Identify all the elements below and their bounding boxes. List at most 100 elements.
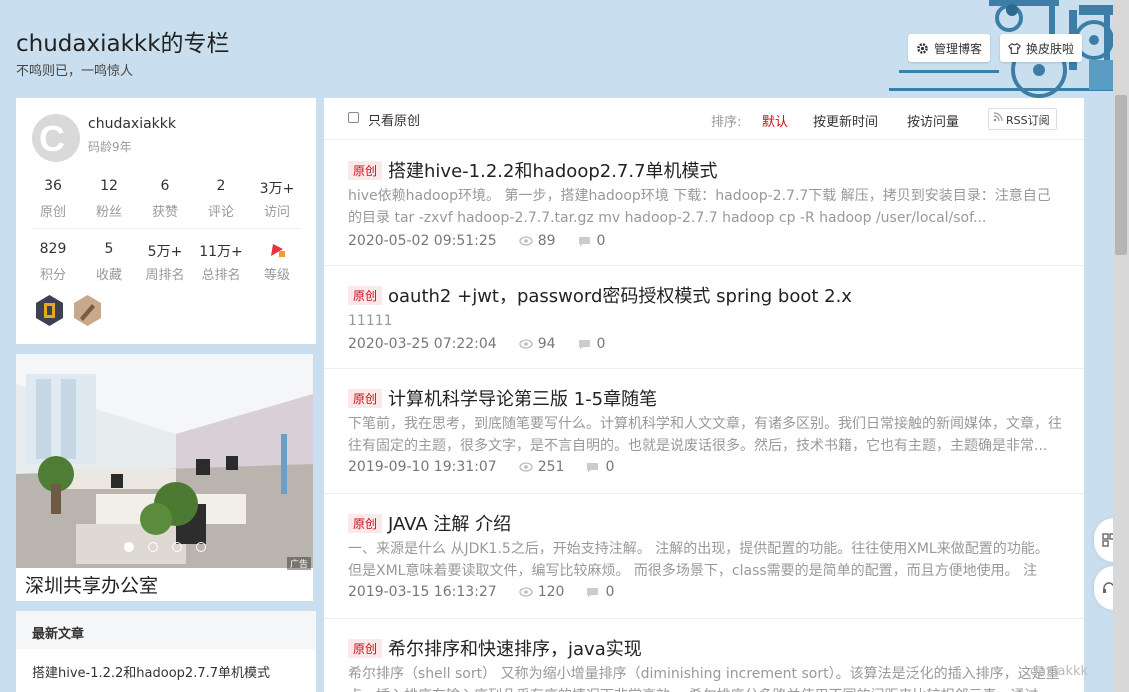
article-item[interactable]: 原创 JAVA 注解 介绍 一、来源是什么 从JDK1.5之后，开始支持注解。 …: [324, 494, 1084, 619]
article-desc[interactable]: hive依赖hadoop环境。 第一步，搭建hadoop环境 下载：hadoop…: [348, 185, 1062, 229]
stat-value: 829: [39, 241, 67, 257]
eye-icon: [519, 462, 533, 472]
article-meta: 2019-09-10 19:31:07 251 0: [348, 459, 614, 475]
ad-card[interactable]: 广告 深圳共享办公室: [16, 354, 313, 601]
list-toolbar: 只看原创 排序: 默认 按更新时间 按访问量 RSS订阅: [324, 98, 1084, 140]
avatar[interactable]: C: [32, 114, 80, 162]
article-comments: 0: [596, 336, 606, 352]
watermark: daxiakkk: [1030, 664, 1089, 679]
only-original-checkbox[interactable]: [348, 112, 359, 123]
article-comments: 0: [605, 584, 615, 600]
rss-label: RSS订阅: [1006, 114, 1050, 127]
article-title-row: 原创 希尔排序和快速排序，java实现: [348, 635, 642, 661]
article-views: 94: [537, 336, 556, 352]
article-date: 2020-05-02 09:51:25: [348, 233, 497, 249]
stat-label: 获赞: [151, 205, 178, 220]
article-item[interactable]: 原创 搭建hive-1.2.2和hadoop2.7.7单机模式 hive依赖ha…: [324, 141, 1084, 266]
stat-favorites: 5 收藏: [81, 241, 137, 283]
article-title-row: 原创 计算机科学导论第三版 1-5章随笔: [348, 385, 657, 411]
sort-label: 排序:: [711, 115, 742, 130]
article-date: 2020-03-25 07:22:04: [348, 336, 497, 352]
stat-label: 粉丝: [95, 205, 122, 220]
stat-total-rank: 11万+ 总排名: [193, 241, 249, 283]
stat-label: 访问: [263, 205, 290, 220]
article-desc[interactable]: 下笔前，我在思考，到底随笔要写什么。计算机科学和人文文章，有诸多区别。我们日常接…: [348, 413, 1062, 457]
article-title-row: 原创 JAVA 注解 介绍: [348, 510, 511, 536]
article-desc[interactable]: 一、来源是什么 从JDK1.5之后，开始支持注解。 注解的出现，提供配置的功能。…: [348, 538, 1062, 582]
stat-fans[interactable]: 12 粉丝: [81, 178, 137, 220]
article-date: 2019-03-15 16:13:27: [348, 584, 497, 600]
stat-label: 积分: [39, 268, 66, 283]
stat-label: 收藏: [95, 268, 122, 283]
stat-weekly-rank: 5万+ 周排名: [137, 241, 193, 283]
article-comments: 0: [605, 459, 615, 475]
blog-title[interactable]: chudaxiakkk的专栏: [16, 24, 230, 58]
carousel-dots: [124, 542, 206, 552]
gear-icon: [917, 42, 928, 54]
coding-age: 码龄9年: [88, 140, 132, 154]
sort-by-visits-link[interactable]: 按访问量: [907, 111, 959, 130]
stat-original[interactable]: 36 原创: [25, 178, 81, 220]
stat-value: 5: [104, 241, 114, 257]
only-original-label[interactable]: 只看原创: [368, 110, 420, 129]
rss-button[interactable]: RSS订阅: [988, 108, 1057, 130]
article-meta: 2020-05-02 09:51:25 89 0: [348, 233, 605, 249]
ad-caption[interactable]: 深圳共享办公室: [25, 571, 158, 598]
stats-row-2: 829 积分 5 收藏 5万+ 周排名 11万+ 总排名 等级: [16, 241, 316, 283]
carousel-dot[interactable]: [148, 542, 158, 552]
comment-icon: [587, 462, 599, 472]
article-views: 251: [537, 459, 565, 475]
stat-value: 2: [216, 178, 226, 194]
original-tag: 原创: [348, 285, 383, 305]
article-item[interactable]: 原创 计算机科学导论第三版 1-5章随笔 下笔前，我在思考，到底随笔要写什么。计…: [324, 369, 1084, 494]
eye-icon: [519, 339, 533, 349]
stat-level[interactable]: 等级: [249, 241, 305, 283]
article-title[interactable]: 搭建hive-1.2.2和hadoop2.7.7单机模式: [388, 157, 718, 183]
eye-icon: [519, 236, 533, 246]
stat-value: 5万+: [147, 244, 183, 260]
article-meta: 2020-03-25 07:22:04 94 0: [348, 336, 605, 352]
persistence-badge-icon[interactable]: [34, 294, 65, 327]
article-title-row: 原创 oauth2 +jwt，password密码授权模式 spring boo…: [348, 282, 852, 308]
sort-default-link[interactable]: 默认: [762, 111, 788, 130]
comment-icon: [578, 236, 590, 246]
article-title[interactable]: 希尔排序和快速排序，java实现: [388, 635, 642, 661]
badges: [34, 294, 103, 327]
latest-articles: 最新文章 搭建hive-1.2.2和hadoop2.7.7单机模式: [16, 611, 316, 692]
stat-points: 829 积分: [25, 241, 81, 283]
article-desc[interactable]: 11111: [348, 310, 1062, 332]
scrollbar-thumb[interactable]: [1115, 95, 1127, 255]
carousel-dot[interactable]: [124, 542, 134, 552]
article-desc[interactable]: 希尔排序（shell sort） 又称为缩小增量排序（diminishing i…: [348, 663, 1062, 692]
article-item[interactable]: 原创 oauth2 +jwt，password密码授权模式 spring boo…: [324, 266, 1084, 369]
stat-value: 12: [100, 178, 118, 194]
article-item[interactable]: 原创 希尔排序和快速排序，java实现 希尔排序（shell sort） 又称为…: [324, 619, 1084, 692]
article-title[interactable]: JAVA 注解 介绍: [388, 510, 511, 536]
article-title[interactable]: 计算机科学导论第三版 1-5章随笔: [388, 385, 657, 411]
stat-label: 总排名: [201, 268, 241, 283]
stat-label: 评论: [207, 205, 234, 220]
original-tag: 原创: [348, 513, 383, 533]
change-skin-button[interactable]: 换皮肤啦: [1000, 34, 1083, 62]
stat-value: 6: [160, 178, 170, 194]
divider: [32, 228, 300, 229]
carousel-dot[interactable]: [172, 542, 182, 552]
manage-blog-label: 管理博客: [934, 41, 983, 56]
article-meta: 2019-03-15 16:13:27 120 0: [348, 584, 614, 600]
comment-icon: [587, 587, 599, 597]
latest-item[interactable]: 搭建hive-1.2.2和hadoop2.7.7单机模式: [16, 649, 316, 692]
level-icon: [249, 241, 305, 261]
username[interactable]: chudaxiakkk: [88, 116, 176, 132]
manage-blog-button[interactable]: 管理博客: [908, 34, 991, 62]
article-views: 89: [537, 233, 556, 249]
article-date: 2019-09-10 19:31:07: [348, 459, 497, 475]
office-photo[interactable]: [16, 354, 313, 568]
sort-by-update-link[interactable]: 按更新时间: [813, 111, 878, 130]
pen-badge-icon[interactable]: [72, 294, 103, 327]
page-scrollbar[interactable]: [1113, 0, 1129, 692]
avatar-letter: C: [39, 118, 65, 159]
stat-visits: 3万+ 访问: [249, 178, 305, 220]
article-title-row: 原创 搭建hive-1.2.2和hadoop2.7.7单机模式: [348, 157, 718, 183]
article-title[interactable]: oauth2 +jwt，password密码授权模式 spring boot 2…: [388, 282, 852, 308]
carousel-dot[interactable]: [196, 542, 206, 552]
